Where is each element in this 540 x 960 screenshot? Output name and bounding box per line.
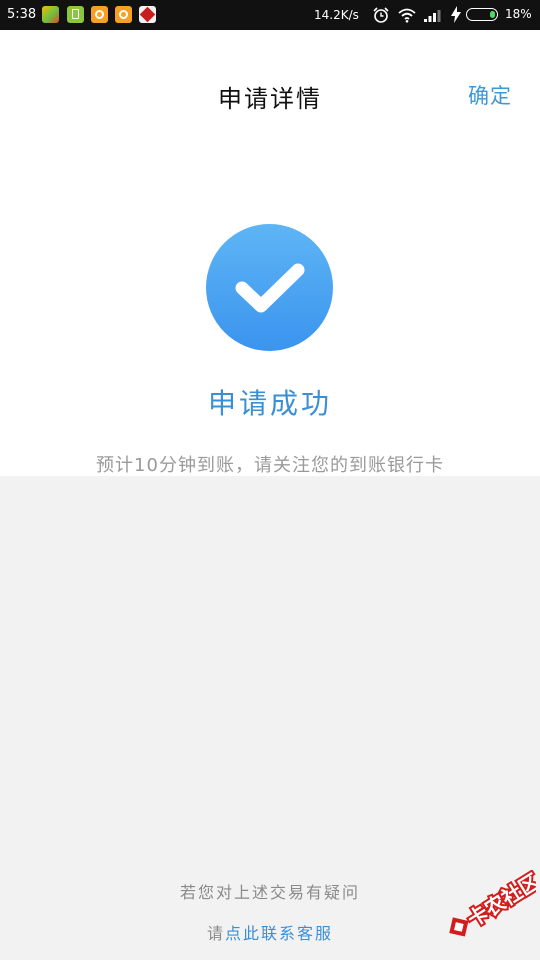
checkmark-icon bbox=[235, 263, 305, 313]
confirm-button[interactable]: 确定 bbox=[468, 80, 512, 110]
camera-app-icon bbox=[115, 6, 132, 23]
result-card: 申请详情 确定 申请成功 预计10分钟到账，请关注您的到账银行卡 bbox=[0, 30, 540, 476]
contact-support-link[interactable]: 点此联系客服 bbox=[225, 924, 333, 943]
notes-app-icon bbox=[67, 6, 84, 23]
contact-prefix: 请 bbox=[206, 924, 225, 943]
success-badge bbox=[206, 224, 333, 351]
signal-icon bbox=[424, 10, 441, 22]
network-speed: 14.2K/s bbox=[314, 8, 359, 22]
status-bar: 5:38 14.2K/s 18% bbox=[0, 0, 540, 30]
svg-text:卡农社区: 卡农社区 bbox=[463, 870, 536, 932]
arrival-notice: 预计10分钟到账，请关注您的到账银行卡 bbox=[96, 455, 444, 476]
battery-percent: 18% bbox=[505, 7, 532, 21]
battery-icon bbox=[466, 8, 498, 21]
kanong-app-icon bbox=[139, 6, 156, 23]
camera-app-icon bbox=[91, 6, 108, 23]
status-time: 5:38 bbox=[7, 7, 37, 22]
charging-bolt-icon bbox=[451, 6, 461, 23]
page-title: 申请详情 bbox=[218, 85, 322, 113]
alarm-clock-icon bbox=[373, 7, 389, 23]
game-app-icon bbox=[42, 6, 59, 23]
success-title: 申请成功 bbox=[207, 387, 332, 420]
wifi-icon bbox=[398, 8, 416, 23]
kanong-logo-icon: 卡农社区 bbox=[449, 870, 536, 937]
battery-level-fill bbox=[490, 10, 495, 18]
